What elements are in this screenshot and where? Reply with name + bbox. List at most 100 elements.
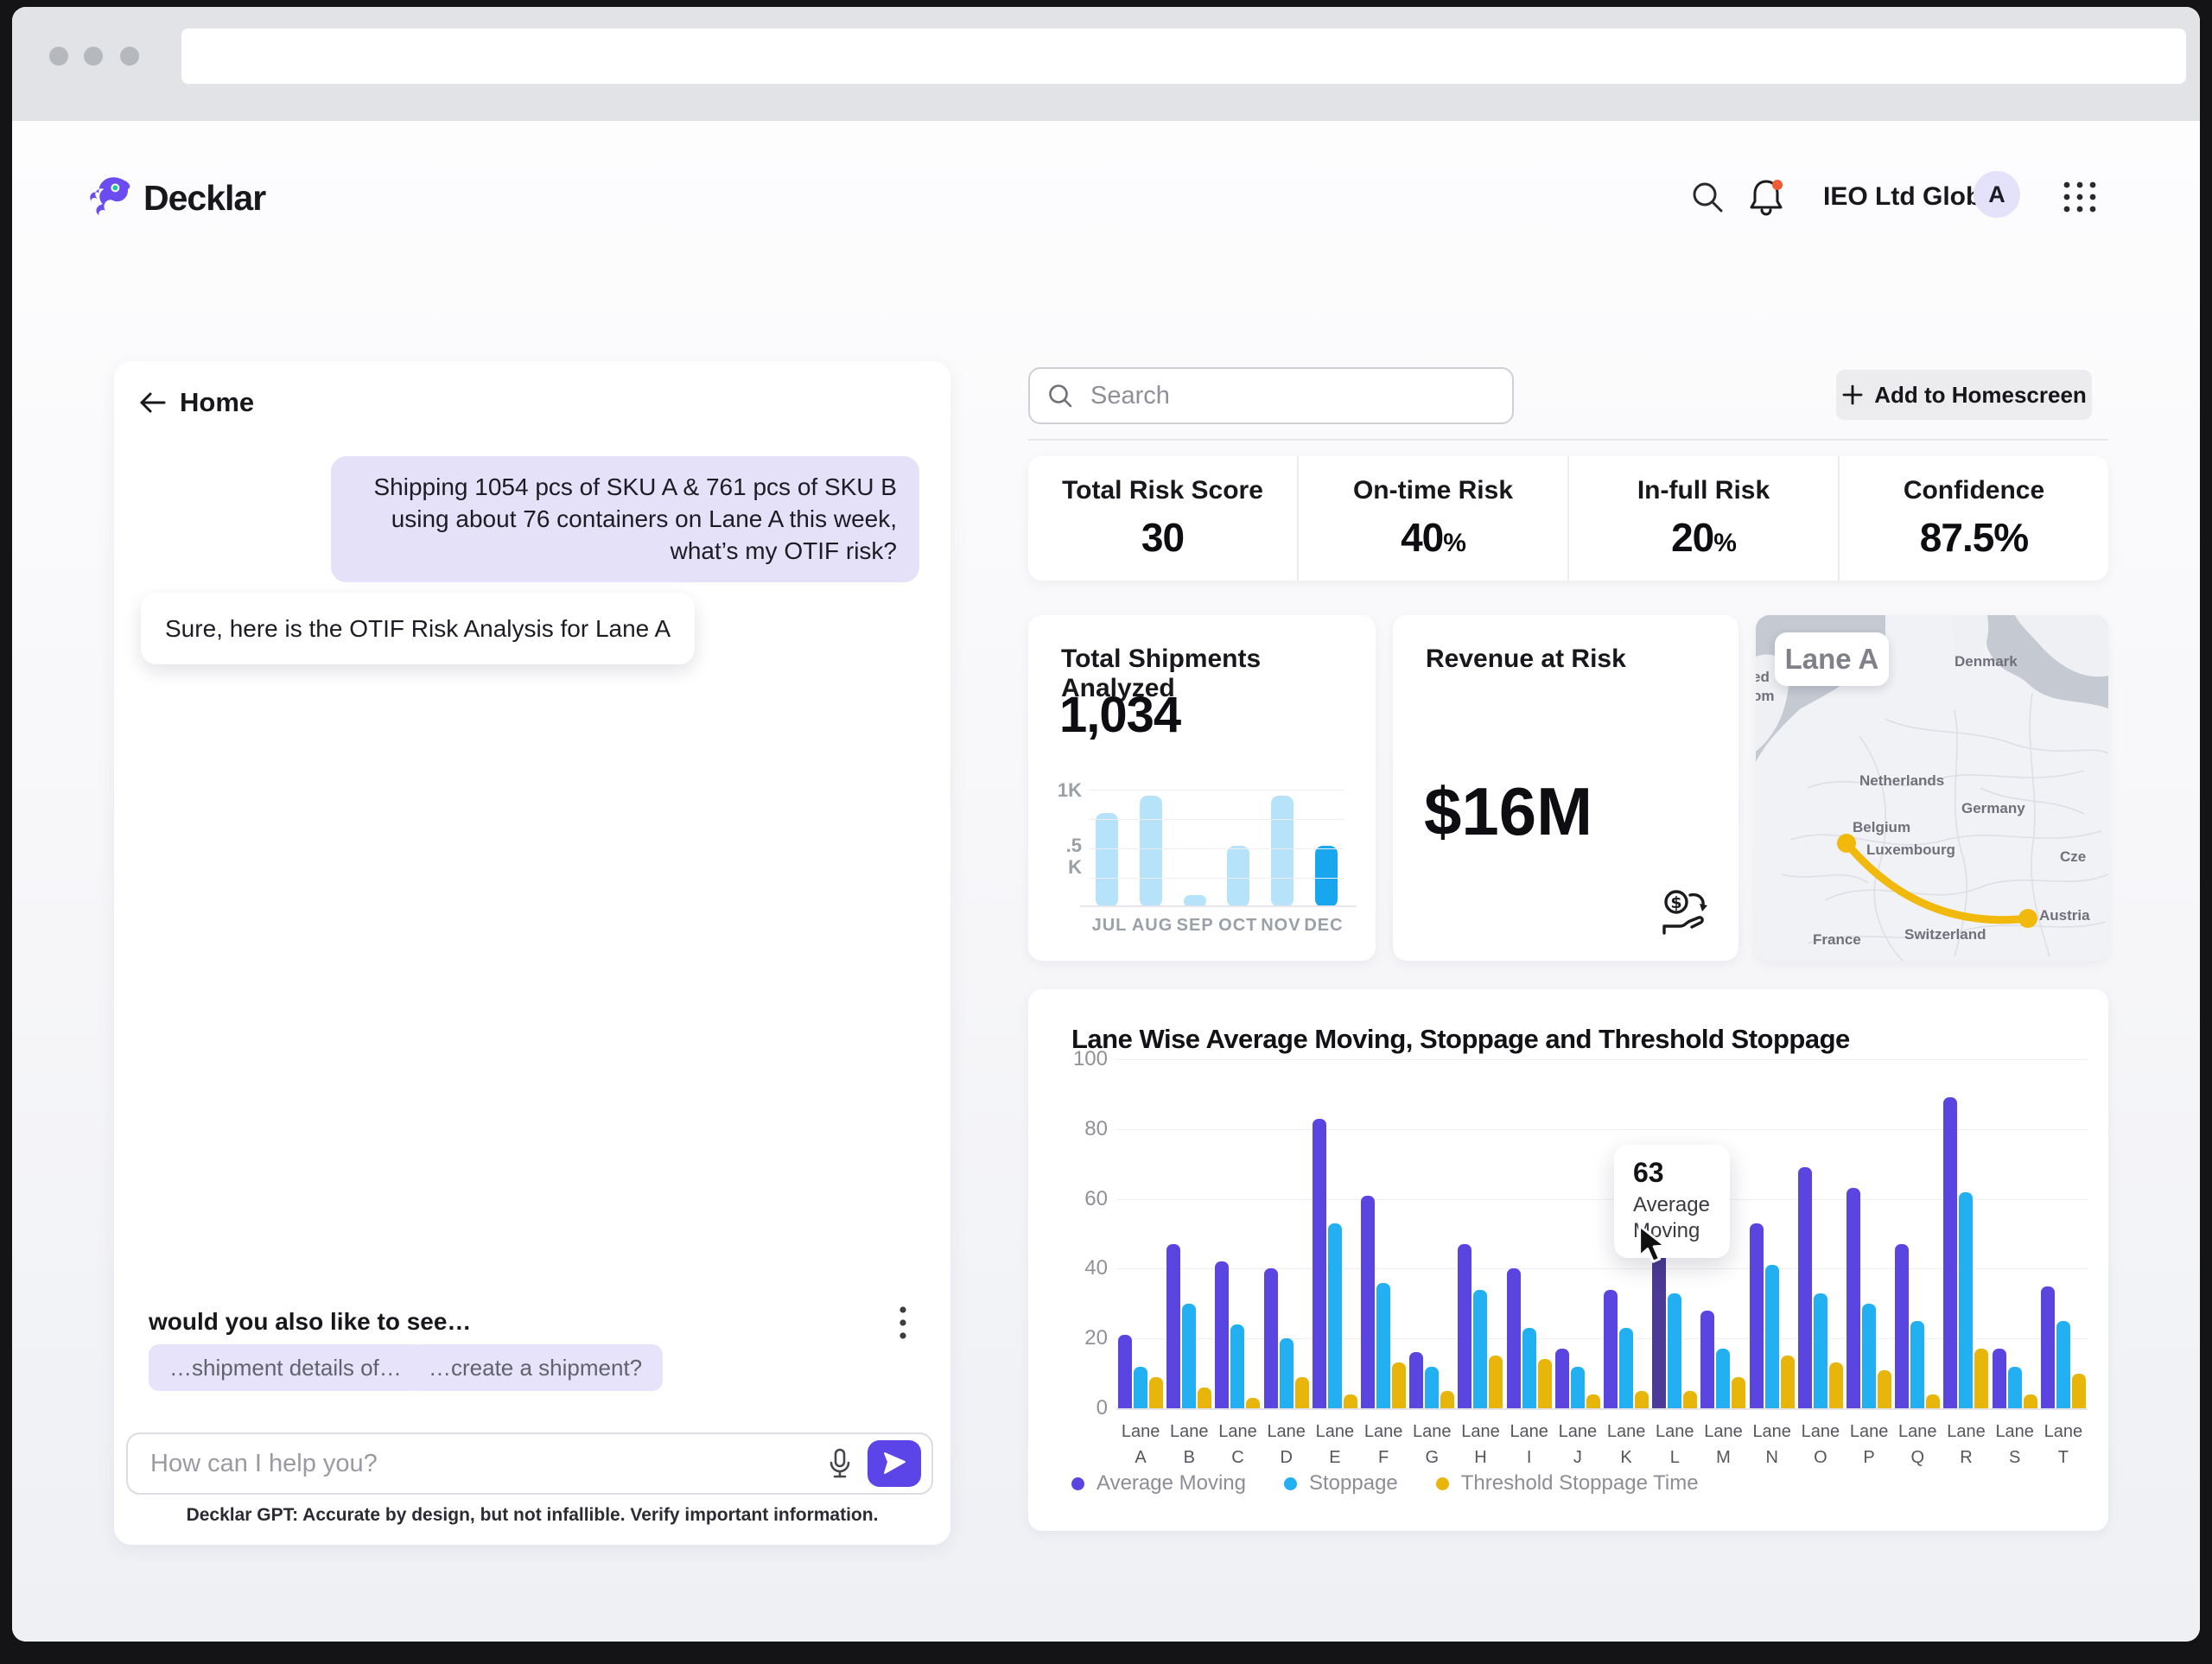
bar-average-moving-lane-j[interactable] — [1555, 1349, 1569, 1408]
bar-threshold-stoppage-time-lane-g[interactable] — [1440, 1391, 1454, 1408]
metric-value: 87.5% — [1920, 514, 2028, 561]
metric-label: On-time Risk — [1353, 476, 1513, 505]
suggestion-chip-create-shipment[interactable]: …create a shipment? — [408, 1344, 663, 1391]
bar-average-moving-lane-i[interactable] — [1507, 1268, 1521, 1408]
metric-value: 20% — [1671, 514, 1736, 561]
bar-average-moving-lane-q[interactable] — [1895, 1244, 1909, 1408]
bar-average-moving-lane-p[interactable] — [1847, 1188, 1860, 1408]
bar-threshold-stoppage-time-lane-b[interactable] — [1198, 1388, 1211, 1408]
ytick-0: 0 — [1066, 1396, 1108, 1420]
notifications-bell-icon[interactable] — [1744, 175, 1789, 219]
send-button[interactable] — [868, 1440, 921, 1487]
bar-average-moving-lane-a[interactable] — [1118, 1335, 1132, 1408]
kebab-menu-icon[interactable] — [892, 1303, 914, 1343]
bar-average-moving-lane-f[interactable] — [1361, 1196, 1375, 1408]
xlabel-lane-o: LaneO — [1796, 1419, 1845, 1470]
map-label-cze: Cze — [2060, 848, 2086, 866]
window-minimize-button[interactable] — [84, 47, 103, 66]
bar-threshold-stoppage-time-lane-s[interactable] — [2024, 1394, 2037, 1408]
bar-threshold-stoppage-time-lane-a[interactable] — [1149, 1377, 1163, 1408]
bar-threshold-stoppage-time-lane-i[interactable] — [1538, 1359, 1552, 1408]
back-home-button[interactable]: Home — [138, 387, 254, 418]
bar-threshold-stoppage-time-lane-p[interactable] — [1878, 1370, 1891, 1408]
add-to-homescreen-button[interactable]: Add to Homescreen — [1836, 370, 2092, 420]
mini-bar-dec[interactable] — [1315, 846, 1338, 907]
bar-stoppage-lane-f[interactable] — [1376, 1283, 1390, 1408]
bar-threshold-stoppage-time-lane-f[interactable] — [1392, 1362, 1406, 1408]
lane-map-card[interactable]: Lane A DenmarkNetherlandsGermanyBelgiumL… — [1756, 615, 2108, 961]
legend-item-threshold-stoppage-time[interactable]: Threshold Stoppage Time — [1436, 1471, 1699, 1496]
bar-threshold-stoppage-time-lane-m[interactable] — [1732, 1377, 1745, 1408]
bar-average-moving-lane-c[interactable] — [1215, 1261, 1229, 1408]
bar-stoppage-lane-k[interactable] — [1619, 1328, 1633, 1408]
bar-stoppage-lane-d[interactable] — [1280, 1338, 1294, 1408]
bar-average-moving-lane-d[interactable] — [1264, 1268, 1278, 1408]
bar-average-moving-lane-h[interactable] — [1458, 1244, 1471, 1408]
window-zoom-button[interactable] — [120, 47, 139, 66]
window-close-button[interactable] — [49, 47, 68, 66]
mini-bar-oct[interactable] — [1227, 846, 1249, 907]
bar-average-moving-lane-t[interactable] — [2041, 1286, 2055, 1408]
bar-threshold-stoppage-time-lane-r[interactable] — [1974, 1349, 1988, 1408]
map-label-netherlands: Netherlands — [1859, 772, 1944, 790]
mini-bar-aug[interactable] — [1140, 796, 1162, 907]
app-grid-icon[interactable] — [2058, 176, 2101, 218]
bar-threshold-stoppage-time-lane-l[interactable] — [1683, 1391, 1697, 1408]
bar-stoppage-lane-t[interactable] — [2056, 1321, 2070, 1408]
bar-threshold-stoppage-time-lane-k[interactable] — [1635, 1391, 1649, 1408]
bar-threshold-stoppage-time-lane-h[interactable] — [1489, 1356, 1503, 1408]
dashboard-search-input[interactable] — [1089, 381, 1469, 411]
mini-bar-nov[interactable] — [1271, 796, 1294, 907]
bar-stoppage-lane-q[interactable] — [1910, 1321, 1924, 1408]
bar-stoppage-lane-l[interactable] — [1668, 1293, 1681, 1408]
mini-month-label: DEC — [1303, 916, 1344, 936]
bar-stoppage-lane-b[interactable] — [1182, 1304, 1196, 1408]
bar-stoppage-lane-a[interactable] — [1134, 1367, 1147, 1408]
bar-threshold-stoppage-time-lane-t[interactable] — [2072, 1374, 2086, 1408]
lane-label-chip[interactable]: Lane A — [1775, 632, 1889, 686]
bar-average-moving-lane-o[interactable] — [1798, 1167, 1812, 1408]
url-bar[interactable] — [181, 29, 2186, 84]
bar-stoppage-lane-n[interactable] — [1765, 1265, 1779, 1408]
bar-stoppage-lane-e[interactable] — [1328, 1223, 1342, 1408]
chat-input[interactable] — [128, 1434, 836, 1493]
bar-stoppage-lane-c[interactable] — [1230, 1324, 1244, 1408]
bar-stoppage-lane-j[interactable] — [1571, 1367, 1585, 1408]
bar-stoppage-lane-h[interactable] — [1473, 1290, 1487, 1408]
bar-stoppage-lane-p[interactable] — [1862, 1304, 1876, 1408]
bar-threshold-stoppage-time-lane-q[interactable] — [1926, 1394, 1940, 1408]
bar-stoppage-lane-r[interactable] — [1959, 1192, 1973, 1408]
bar-threshold-stoppage-time-lane-e[interactable] — [1344, 1394, 1357, 1408]
microphone-icon[interactable] — [823, 1446, 857, 1481]
metric-total-risk-score: Total Risk Score 30 — [1028, 456, 1297, 581]
legend-item-average-moving[interactable]: Average Moving — [1071, 1471, 1246, 1496]
ytick-40: 40 — [1066, 1256, 1108, 1280]
lane-group-lane-c — [1213, 1059, 1262, 1408]
bar-stoppage-lane-i[interactable] — [1522, 1328, 1536, 1408]
bar-average-moving-lane-g[interactable] — [1409, 1352, 1423, 1408]
bar-threshold-stoppage-time-lane-n[interactable] — [1781, 1356, 1795, 1408]
search-icon[interactable] — [1687, 176, 1728, 218]
bar-threshold-stoppage-time-lane-d[interactable] — [1295, 1377, 1309, 1408]
bar-threshold-stoppage-time-lane-o[interactable] — [1829, 1362, 1843, 1408]
bar-stoppage-lane-s[interactable] — [2008, 1367, 2022, 1408]
bar-stoppage-lane-o[interactable] — [1814, 1293, 1827, 1408]
bar-threshold-stoppage-time-lane-j[interactable] — [1586, 1394, 1600, 1408]
bar-stoppage-lane-g[interactable] — [1425, 1367, 1439, 1408]
bar-average-moving-lane-r[interactable] — [1943, 1097, 1957, 1408]
user-avatar[interactable]: A — [1974, 171, 2020, 218]
bar-average-moving-lane-s[interactable] — [1993, 1349, 2006, 1408]
bar-average-moving-lane-b[interactable] — [1166, 1244, 1180, 1408]
decklar-logo[interactable]: Decklar — [86, 173, 265, 223]
bar-stoppage-lane-m[interactable] — [1716, 1349, 1730, 1408]
bar-average-moving-lane-e[interactable] — [1313, 1119, 1326, 1408]
bar-average-moving-lane-n[interactable] — [1750, 1223, 1764, 1408]
bar-average-moving-lane-m[interactable] — [1700, 1311, 1714, 1408]
gpt-disclaimer: Decklar GPT: Accurate by design, but not… — [114, 1505, 950, 1526]
bar-average-moving-lane-k[interactable] — [1604, 1290, 1618, 1408]
suggestion-chip-shipment-details[interactable]: …shipment details of… — [149, 1344, 423, 1391]
shipments-value: 1,034 — [1059, 686, 1180, 744]
legend-item-stoppage[interactable]: Stoppage — [1284, 1471, 1398, 1496]
mini-bar-jul[interactable] — [1096, 813, 1118, 907]
bar-threshold-stoppage-time-lane-c[interactable] — [1246, 1398, 1260, 1408]
